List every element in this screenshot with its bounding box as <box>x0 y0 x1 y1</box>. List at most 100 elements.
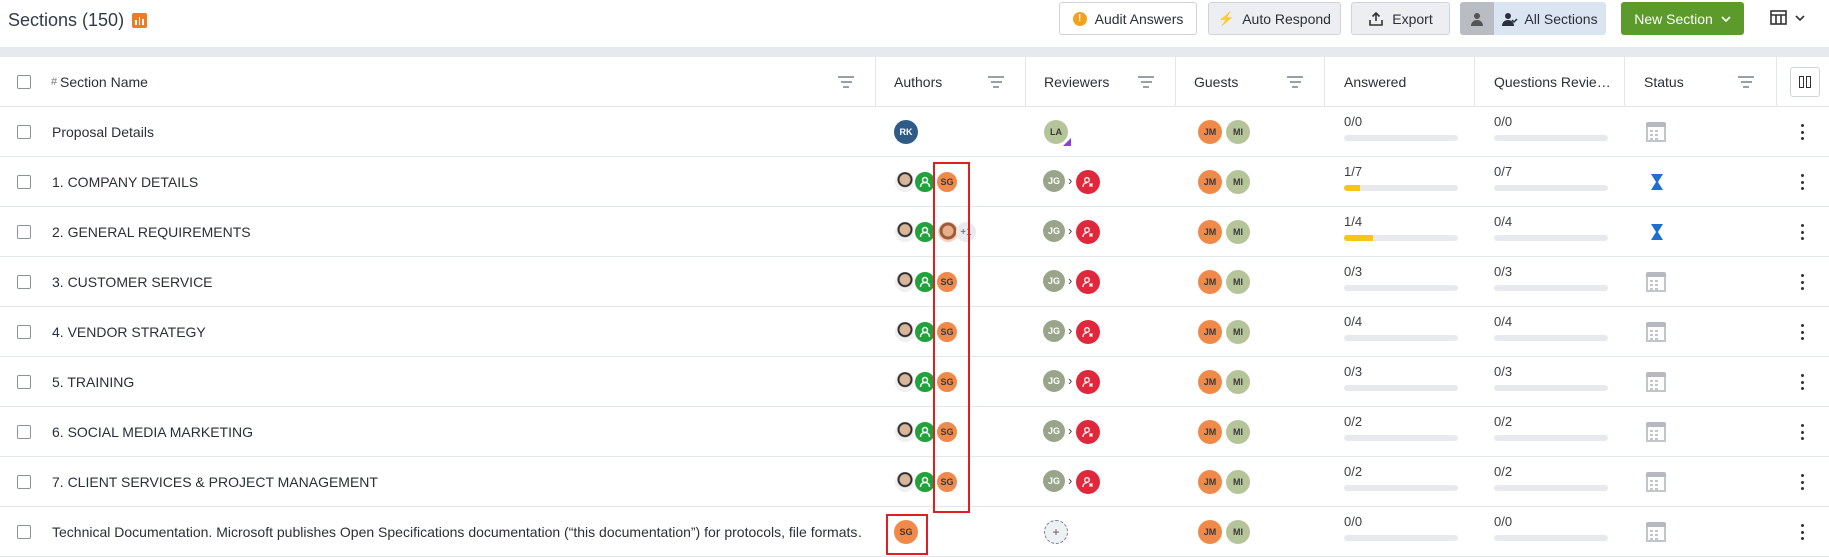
section-name[interactable]: 4. VENDOR STRATEGY <box>52 307 862 357</box>
guest-avatar[interactable]: JM <box>1198 220 1222 244</box>
calendar-icon[interactable] <box>1646 122 1666 142</box>
row-checkbox[interactable] <box>17 225 31 239</box>
guest-avatar[interactable]: MI <box>1226 170 1250 194</box>
table-row[interactable]: 3. CUSTOMER SERVICE SG JG › JM MI 0/3 0/3 <box>0 257 1829 307</box>
section-name[interactable]: Proposal Details <box>52 107 862 157</box>
unassigned-reviewer-icon[interactable] <box>1076 170 1100 194</box>
table-row[interactable]: 1. COMPANY DETAILS SG JG › JM MI 1/7 0/7 <box>0 157 1829 207</box>
audit-answers-button[interactable]: ! Audit Answers <box>1059 2 1197 35</box>
column-divider[interactable] <box>1025 57 1026 107</box>
filter-icon[interactable] <box>838 76 854 88</box>
filter-icon[interactable] <box>1287 76 1303 88</box>
guest-avatar[interactable]: MI <box>1226 520 1250 544</box>
table-row[interactable]: 4. VENDOR STRATEGY SG JG › JM MI 0/4 0/4 <box>0 307 1829 357</box>
more-options-icon[interactable] <box>1801 124 1805 140</box>
table-row[interactable]: 5. TRAINING SG JG › JM MI 0/3 0/3 <box>0 357 1829 407</box>
filter-icon[interactable] <box>1138 76 1154 88</box>
guest-avatar[interactable]: MI <box>1226 220 1250 244</box>
authors-header[interactable]: Authors <box>894 57 942 107</box>
select-all-checkbox[interactable] <box>17 75 31 89</box>
column-divider[interactable] <box>1624 57 1625 107</box>
row-checkbox[interactable] <box>17 275 31 289</box>
questions-reviewed-header[interactable]: Questions Revie… <box>1494 57 1611 107</box>
calendar-icon[interactable] <box>1646 472 1666 492</box>
unassigned-reviewer-icon[interactable] <box>1076 220 1100 244</box>
section-name[interactable]: 6. SOCIAL MEDIA MARKETING <box>52 407 862 457</box>
guest-avatar[interactable]: MI <box>1226 120 1250 144</box>
table-row[interactable]: 6. SOCIAL MEDIA MARKETING SG JG › JM MI 0/2 0/2 <box>0 407 1829 457</box>
table-row[interactable]: 7. CLIENT SERVICES & PROJECT MANAGEMENT S… <box>0 457 1829 507</box>
column-divider[interactable] <box>1776 57 1777 107</box>
answered-header[interactable]: Answered <box>1344 57 1406 107</box>
column-settings-button[interactable] <box>1790 67 1820 97</box>
filter-icon[interactable] <box>988 76 1004 88</box>
section-name[interactable]: 2. GENERAL REQUIREMENTS <box>52 207 862 257</box>
guest-avatar[interactable]: JM <box>1198 470 1222 494</box>
filter-icon[interactable] <box>1738 76 1754 88</box>
section-name[interactable]: Technical Documentation. Microsoft publi… <box>52 507 862 557</box>
hourglass-icon[interactable] <box>1650 173 1664 191</box>
more-options-icon[interactable] <box>1801 324 1805 340</box>
section-name[interactable]: 5. TRAINING <box>52 357 862 407</box>
table-row[interactable]: Proposal Details RK LA JM MI 0/0 0/0 <box>0 107 1829 157</box>
more-options-icon[interactable] <box>1801 274 1805 290</box>
guests-header[interactable]: Guests <box>1194 57 1238 107</box>
guest-avatar[interactable]: JM <box>1198 270 1222 294</box>
column-divider[interactable] <box>1175 57 1176 107</box>
guest-avatar[interactable]: JM <box>1198 420 1222 444</box>
row-checkbox[interactable] <box>17 125 31 139</box>
status-header[interactable]: Status <box>1644 57 1684 107</box>
reviewer-avatar[interactable]: JG <box>1043 270 1065 292</box>
unassigned-reviewer-icon[interactable] <box>1076 320 1100 344</box>
reviewer-avatar[interactable]: JG <box>1043 320 1065 342</box>
reviewer-avatar[interactable]: JG <box>1043 220 1065 242</box>
unassigned-reviewer-icon[interactable] <box>1076 420 1100 444</box>
reviewer-avatar[interactable]: JG <box>1043 370 1065 392</box>
calendar-icon[interactable] <box>1646 522 1666 542</box>
section-name[interactable]: 7. CLIENT SERVICES & PROJECT MANAGEMENT <box>52 457 862 507</box>
row-checkbox[interactable] <box>17 175 31 189</box>
guest-avatar[interactable]: MI <box>1226 420 1250 444</box>
all-sections-toggle[interactable]: All Sections <box>1494 2 1606 35</box>
calendar-icon[interactable] <box>1646 422 1666 442</box>
guest-avatar[interactable]: JM <box>1198 520 1222 544</box>
row-checkbox[interactable] <box>17 325 31 339</box>
new-section-button[interactable]: New Section <box>1621 2 1744 35</box>
auto-respond-button[interactable]: ⚡ Auto Respond <box>1208 2 1341 35</box>
row-checkbox[interactable] <box>17 525 31 539</box>
reviewer-avatar[interactable]: JG <box>1043 170 1065 192</box>
more-options-icon[interactable] <box>1801 224 1805 240</box>
layout-menu-button[interactable] <box>1770 10 1805 25</box>
chart-icon[interactable] <box>132 13 148 28</box>
add-reviewer-button[interactable]: + <box>1044 520 1068 544</box>
reviewers-header[interactable]: Reviewers <box>1044 57 1109 107</box>
table-row[interactable]: 2. GENERAL REQUIREMENTS +1 JG › JM MI 1/4 0/4 <box>0 207 1829 257</box>
my-sections-toggle[interactable] <box>1460 2 1494 35</box>
guest-avatar[interactable]: JM <box>1198 370 1222 394</box>
calendar-icon[interactable] <box>1646 322 1666 342</box>
reviewer-avatar[interactable]: JG <box>1043 470 1065 492</box>
unassigned-reviewer-icon[interactable] <box>1076 270 1100 294</box>
section-name[interactable]: 3. CUSTOMER SERVICE <box>52 257 862 307</box>
row-checkbox[interactable] <box>17 375 31 389</box>
row-checkbox[interactable] <box>17 425 31 439</box>
guest-avatar[interactable]: JM <box>1198 170 1222 194</box>
unassigned-reviewer-icon[interactable] <box>1076 470 1100 494</box>
more-options-icon[interactable] <box>1801 174 1805 190</box>
guest-avatar[interactable]: MI <box>1226 320 1250 344</box>
guest-avatar[interactable]: JM <box>1198 320 1222 344</box>
guest-avatar[interactable]: MI <box>1226 270 1250 294</box>
author-avatar[interactable]: RK <box>894 120 918 144</box>
column-divider[interactable] <box>1324 57 1325 107</box>
more-options-icon[interactable] <box>1801 374 1805 390</box>
section-name[interactable]: 1. COMPANY DETAILS <box>52 157 862 207</box>
more-options-icon[interactable] <box>1801 524 1805 540</box>
more-options-icon[interactable] <box>1801 424 1805 440</box>
guest-avatar[interactable]: MI <box>1226 470 1250 494</box>
calendar-icon[interactable] <box>1646 272 1666 292</box>
calendar-icon[interactable] <box>1646 372 1666 392</box>
column-divider[interactable] <box>1474 57 1475 107</box>
reviewer-avatar[interactable]: JG <box>1043 420 1065 442</box>
hourglass-icon[interactable] <box>1650 223 1664 241</box>
guest-avatar[interactable]: JM <box>1198 120 1222 144</box>
